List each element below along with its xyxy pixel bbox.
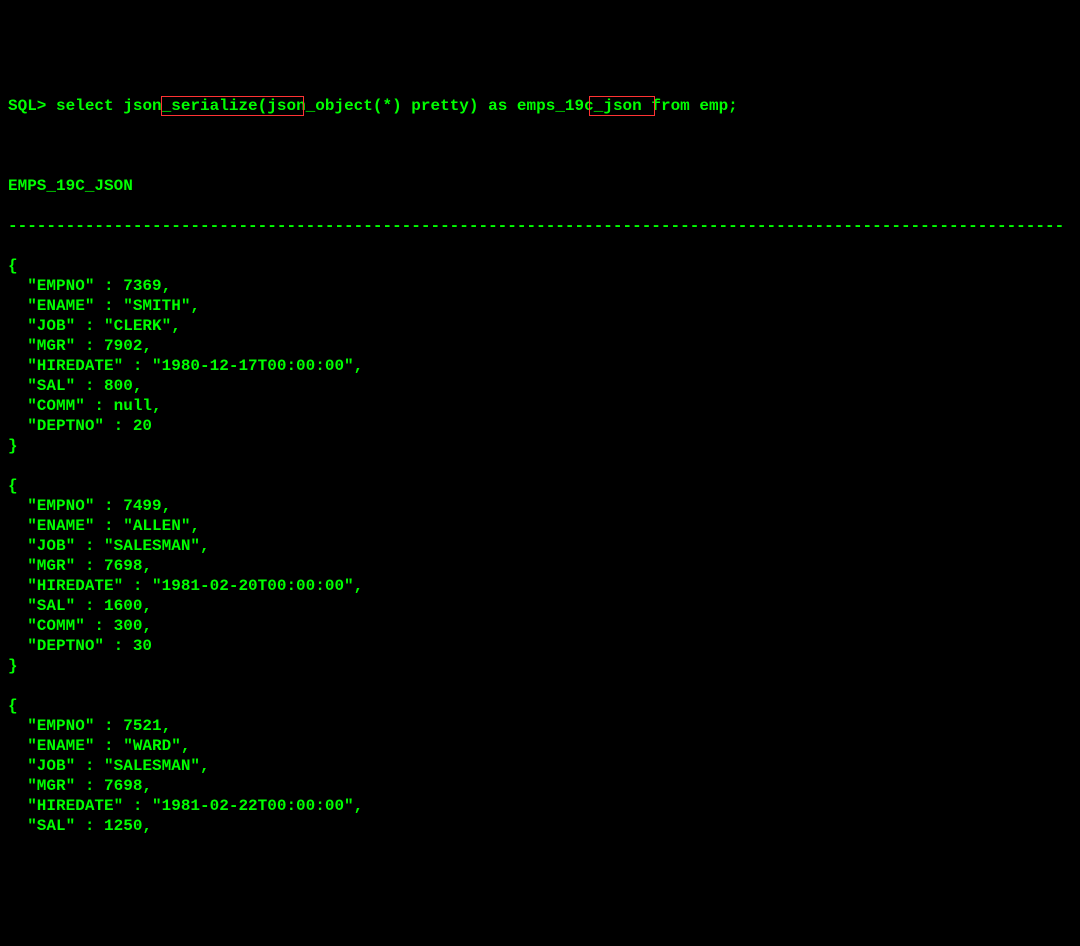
sql-as: ) as — [469, 97, 507, 115]
sql-select: select — [56, 97, 114, 115]
json-line: "DEPTNO" : 30 — [8, 636, 1072, 656]
json-record: { "EMPNO" : 7369, "ENAME" : "SMITH", "JO… — [8, 256, 1072, 456]
json-line: "HIREDATE" : "1981-02-22T00:00:00", — [8, 796, 1072, 816]
json-line: "JOB" : "SALESMAN", — [8, 536, 1072, 556]
json-close-brace: } — [8, 656, 1072, 676]
json-line: "ENAME" : "ALLEN", — [8, 516, 1072, 536]
json-open-brace: { — [8, 256, 1072, 276]
json-line: "COMM" : null, — [8, 396, 1072, 416]
json-line: "COMM" : 300, — [8, 616, 1072, 636]
json-line: "JOB" : "SALESMAN", — [8, 756, 1072, 776]
sql-pretty: pretty — [411, 97, 469, 115]
separator-line: ----------------------------------------… — [8, 216, 1072, 236]
records-container: { "EMPNO" : 7369, "ENAME" : "SMITH", "JO… — [8, 256, 1072, 836]
blank-line — [8, 136, 1072, 156]
json-record: { "EMPNO" : 7521, "ENAME" : "WARD", "JOB… — [8, 696, 1072, 836]
json-line: "MGR" : 7698, — [8, 776, 1072, 796]
json-line: "ENAME" : "SMITH", — [8, 296, 1072, 316]
sql-prompt-line: SQL> select json_serialize(json_object(*… — [8, 96, 1072, 116]
column-header: EMPS_19C_JSON — [8, 176, 1072, 196]
sql-from: from — [651, 97, 689, 115]
blank-line — [8, 676, 1072, 696]
json-line: "EMPNO" : 7521, — [8, 716, 1072, 736]
json-line: "DEPTNO" : 20 — [8, 416, 1072, 436]
json-line: "MGR" : 7902, — [8, 336, 1072, 356]
json-line: "HIREDATE" : "1980-12-17T00:00:00", — [8, 356, 1072, 376]
blank-line — [8, 456, 1072, 476]
json-line: "SAL" : 1600, — [8, 596, 1072, 616]
json-close-brace: } — [8, 436, 1072, 456]
json-line: "EMPNO" : 7369, — [8, 276, 1072, 296]
json-record: { "EMPNO" : 7499, "ENAME" : "ALLEN", "JO… — [8, 476, 1072, 676]
json-line: "MGR" : 7698, — [8, 556, 1072, 576]
highlight-pretty — [589, 96, 655, 116]
terminal-output: SQL> select json_serialize(json_object(*… — [8, 76, 1072, 856]
json-line: "EMPNO" : 7499, — [8, 496, 1072, 516]
json-line: "JOB" : "CLERK", — [8, 316, 1072, 336]
json-line: "SAL" : 1250, — [8, 816, 1072, 836]
json-line: "HIREDATE" : "1981-02-20T00:00:00", — [8, 576, 1072, 596]
json-open-brace: { — [8, 696, 1072, 716]
sql-table: emp; — [699, 97, 737, 115]
json-line: "ENAME" : "WARD", — [8, 736, 1072, 756]
json-open-brace: { — [8, 476, 1072, 496]
highlight-json-serialize — [161, 96, 304, 116]
sql-prompt: SQL> — [8, 97, 46, 115]
json-line: "SAL" : 800, — [8, 376, 1072, 396]
